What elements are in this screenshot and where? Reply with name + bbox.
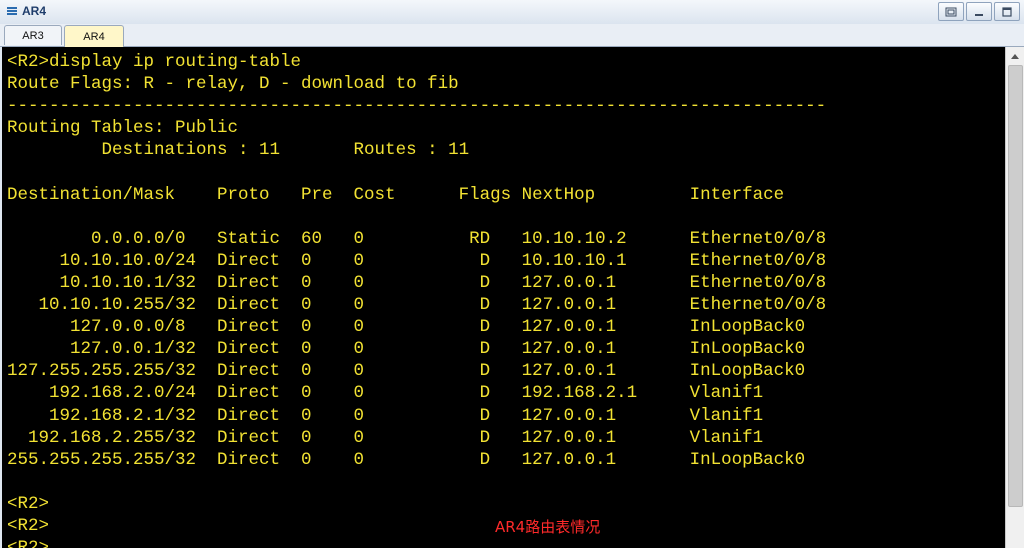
terminal-line: <R2>display ip routing-table [7, 52, 302, 72]
terminal-line: 255.255.255.255/32 Direct 0 0 D 127.0.0.… [7, 449, 806, 470]
terminal-line: 10.10.10.1/32 Direct 0 0 D 127.0.0.1 Eth… [7, 272, 827, 293]
terminal-line: <R2> [7, 493, 50, 514]
terminal-line: <R2> [7, 538, 49, 548]
terminal-line: Routing Tables: Public [7, 118, 239, 139]
terminal-line: 0.0.0.0/0 Static 60 0 RD 10.10.10.2 Ethe… [7, 228, 827, 249]
scroll-up-button[interactable] [1006, 47, 1024, 64]
terminal-line: 10.10.10.0/24 Direct 0 0 D 10.10.10.1 Et… [7, 250, 827, 271]
window-title: AR4 [22, 4, 47, 18]
terminal-line: Destinations : 11 Routes : 11 [7, 140, 470, 161]
minimize-icon [975, 13, 983, 16]
terminal-line: 10.10.10.255/32 Direct 0 0 D 127.0.0.1 E… [7, 295, 827, 316]
terminal-line: <R2> [7, 515, 50, 536]
vertical-scrollbar[interactable] [1005, 47, 1024, 548]
terminal-console[interactable]: <R2>display ip routing-table Route Flags… [2, 47, 1005, 548]
tab-bar: AR3 AR4 [0, 24, 1024, 47]
maximize-button[interactable] [994, 2, 1020, 21]
tab-ar3[interactable]: AR3 [4, 25, 62, 45]
terminal-line: 192.168.2.0/24 Direct 0 0 D 192.168.2.1 … [7, 383, 764, 404]
maximize-icon [1002, 6, 1012, 17]
tab-ar4[interactable]: AR4 [64, 25, 124, 47]
terminal-output: <R2>display ip routing-table Route Flags… [7, 51, 826, 548]
minimize-button[interactable] [966, 2, 992, 21]
restore-button[interactable] [938, 2, 964, 21]
title-bar: AR4 [0, 0, 1024, 25]
terminal-line: 192.168.2.255/32 Direct 0 0 D 127.0.0.1 … [7, 427, 764, 448]
caption-annotation: AR4路由表情况 [495, 518, 601, 536]
window-controls [938, 2, 1020, 21]
router-icon [7, 7, 17, 15]
terminal-line: 127.255.255.255/32 Direct 0 0 D 127.0.0.… [7, 361, 806, 382]
scroll-thumb[interactable] [1008, 65, 1023, 507]
terminal-line: Destination/Mask Proto Pre Cost Flags Ne… [7, 184, 785, 205]
terminal-line: 192.168.2.1/32 Direct 0 0 D 127.0.0.1 Vl… [7, 405, 764, 426]
terminal-line: ----------------------------------------… [7, 96, 827, 117]
terminal-line: 127.0.0.1/32 Direct 0 0 D 127.0.0.1 InLo… [7, 339, 806, 360]
terminal-line: Route Flags: R - relay, D - download to … [7, 74, 459, 95]
terminal-line: 127.0.0.0/8 Direct 0 0 D 127.0.0.1 InLoo… [7, 317, 806, 338]
arrow-up-icon [1011, 53, 1019, 59]
restore-icon [945, 7, 957, 16]
